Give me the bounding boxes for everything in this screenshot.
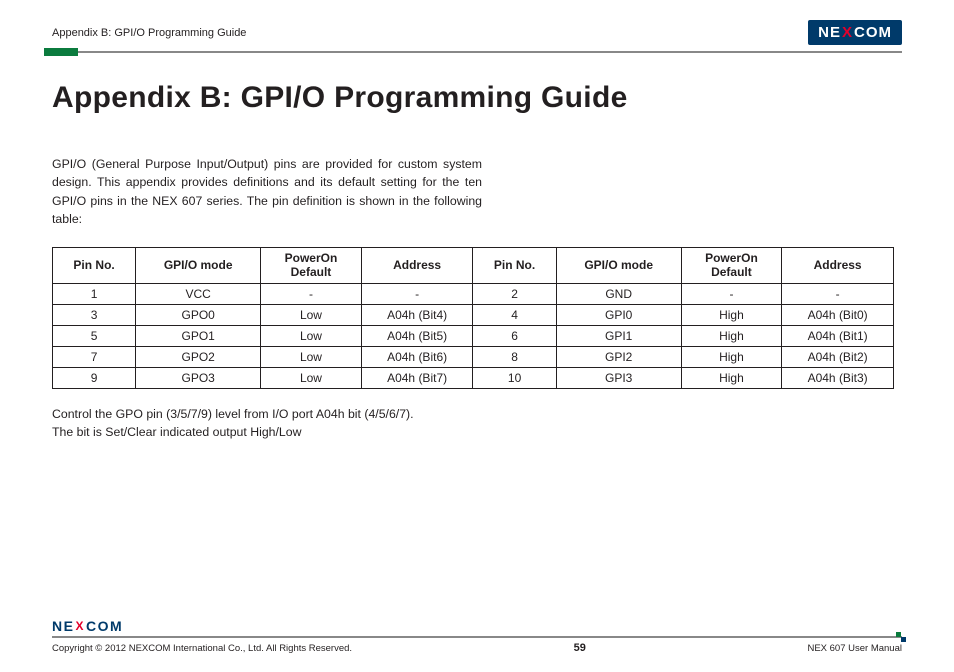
header-accent-icon bbox=[44, 48, 78, 56]
table-cell: 6 bbox=[473, 325, 556, 346]
table-cell: 2 bbox=[473, 283, 556, 304]
table-cell: Low bbox=[261, 367, 362, 388]
table-row: 5GPO1LowA04h (Bit5)6GPI1HighA04h (Bit1) bbox=[53, 325, 894, 346]
table-cell: - bbox=[681, 283, 782, 304]
table-cell: GPI3 bbox=[556, 367, 681, 388]
table-cell: 4 bbox=[473, 304, 556, 325]
table-cell: A04h (Bit0) bbox=[782, 304, 894, 325]
table-cell: GPI2 bbox=[556, 346, 681, 367]
table-cell: GPO2 bbox=[136, 346, 261, 367]
table-cell: 10 bbox=[473, 367, 556, 388]
table-cell: - bbox=[782, 283, 894, 304]
table-cell: Low bbox=[261, 325, 362, 346]
footer-logo-pre: NE bbox=[52, 618, 74, 634]
doc-title: NEX 607 User Manual bbox=[807, 643, 902, 654]
logo-text-x: X bbox=[842, 24, 853, 41]
logo-text-post: COM bbox=[854, 24, 892, 41]
col-pin-no-a: Pin No. bbox=[53, 247, 136, 283]
table-cell: 9 bbox=[53, 367, 136, 388]
col-gpio-mode-b: GPI/O mode bbox=[556, 247, 681, 283]
table-cell: 5 bbox=[53, 325, 136, 346]
col-poweron-a: PowerOnDefault bbox=[261, 247, 362, 283]
col-gpio-mode-a: GPI/O mode bbox=[136, 247, 261, 283]
footer-logo-x: X bbox=[75, 619, 85, 633]
table-cell: 1 bbox=[53, 283, 136, 304]
note-line-2: The bit is Set/Clear indicated output Hi… bbox=[52, 423, 902, 441]
table-cell: A04h (Bit4) bbox=[361, 304, 473, 325]
header-rule bbox=[52, 51, 902, 53]
table-cell: VCC bbox=[136, 283, 261, 304]
col-poweron-b: PowerOnDefault bbox=[681, 247, 782, 283]
table-header-row: Pin No. GPI/O mode PowerOnDefault Addres… bbox=[53, 247, 894, 283]
table-cell: - bbox=[261, 283, 362, 304]
table-cell: High bbox=[681, 325, 782, 346]
footer-accent-icon bbox=[896, 632, 906, 642]
copyright-text: Copyright © 2012 NEXCOM International Co… bbox=[52, 643, 352, 654]
brand-logo: NEXCOM bbox=[808, 20, 902, 45]
table-cell: A04h (Bit7) bbox=[361, 367, 473, 388]
table-cell: A04h (Bit6) bbox=[361, 346, 473, 367]
col-address-b: Address bbox=[782, 247, 894, 283]
footer-logo-post: COM bbox=[86, 618, 123, 634]
table-cell: - bbox=[361, 283, 473, 304]
table-cell: 7 bbox=[53, 346, 136, 367]
col-address-a: Address bbox=[361, 247, 473, 283]
page-title: Appendix B: GPI/O Programming Guide bbox=[52, 81, 902, 115]
table-cell: GND bbox=[556, 283, 681, 304]
table-cell: High bbox=[681, 304, 782, 325]
table-row: 1VCC--2GND-- bbox=[53, 283, 894, 304]
footer-rule bbox=[52, 636, 902, 638]
table-cell: 3 bbox=[53, 304, 136, 325]
table-row: 3GPO0LowA04h (Bit4)4GPI0HighA04h (Bit0) bbox=[53, 304, 894, 325]
table-cell: GPO3 bbox=[136, 367, 261, 388]
table-cell: A04h (Bit2) bbox=[782, 346, 894, 367]
table-row: 7GPO2LowA04h (Bit6)8GPI2HighA04h (Bit2) bbox=[53, 346, 894, 367]
table-cell: GPI1 bbox=[556, 325, 681, 346]
note-line-1: Control the GPO pin (3/5/7/9) level from… bbox=[52, 405, 902, 423]
table-cell: GPO0 bbox=[136, 304, 261, 325]
col-pin-no-b: Pin No. bbox=[473, 247, 556, 283]
table-cell: High bbox=[681, 367, 782, 388]
logo-text-pre: NE bbox=[818, 24, 841, 41]
header-section-label: Appendix B: GPI/O Programming Guide bbox=[52, 27, 246, 39]
table-cell: GPO1 bbox=[136, 325, 261, 346]
table-cell: A04h (Bit3) bbox=[782, 367, 894, 388]
intro-paragraph: GPI/O (General Purpose Input/Output) pin… bbox=[52, 155, 482, 229]
table-cell: High bbox=[681, 346, 782, 367]
page-number: 59 bbox=[574, 642, 586, 654]
footer-brand-logo: NEXCOM bbox=[52, 618, 902, 634]
table-cell: Low bbox=[261, 346, 362, 367]
gpio-pin-table: Pin No. GPI/O mode PowerOnDefault Addres… bbox=[52, 247, 894, 389]
table-row: 9GPO3LowA04h (Bit7)10GPI3HighA04h (Bit3) bbox=[53, 367, 894, 388]
table-cell: Low bbox=[261, 304, 362, 325]
table-cell: A04h (Bit1) bbox=[782, 325, 894, 346]
table-cell: GPI0 bbox=[556, 304, 681, 325]
table-cell: 8 bbox=[473, 346, 556, 367]
table-cell: A04h (Bit5) bbox=[361, 325, 473, 346]
